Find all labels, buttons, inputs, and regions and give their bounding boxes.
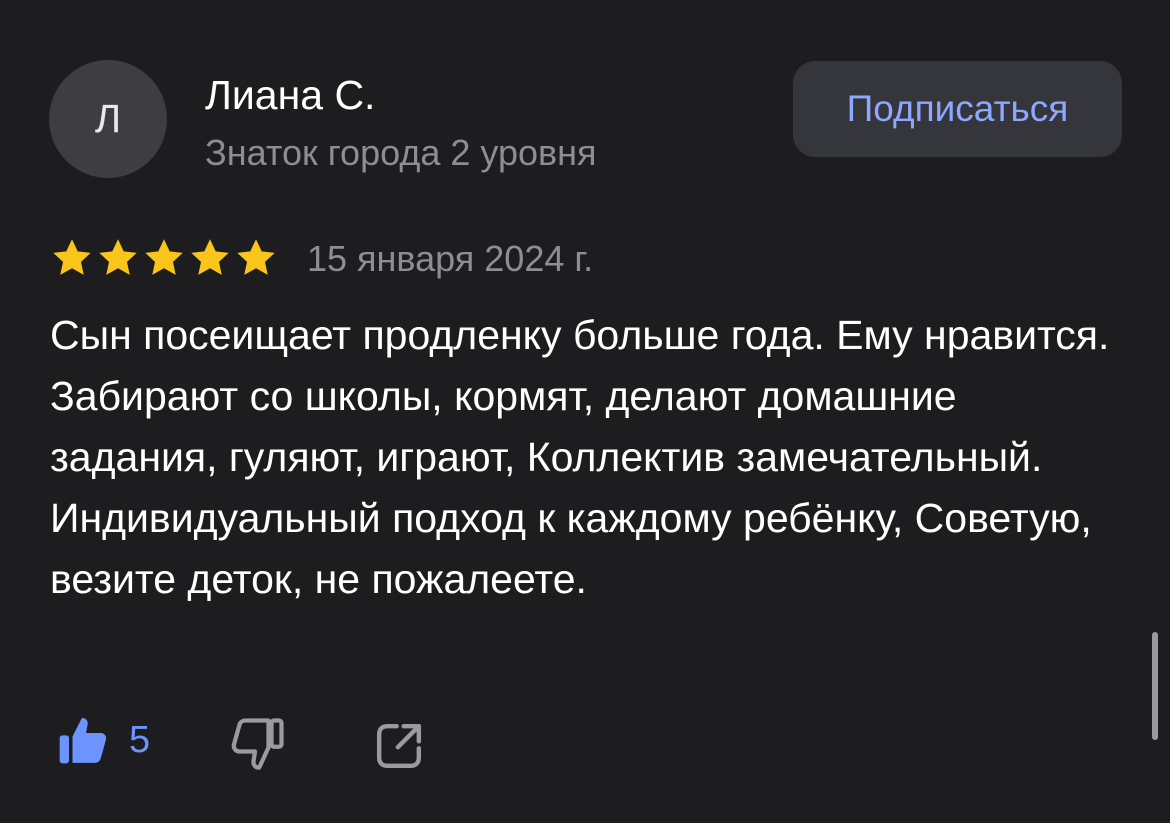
- thumbs-down-icon[interactable]: [228, 714, 288, 774]
- thumbs-up-icon: [59, 718, 107, 764]
- author-name[interactable]: Лиана С.: [205, 72, 375, 119]
- rating-stars: [50, 236, 278, 280]
- star-icon: [53, 239, 91, 275]
- avatar-letter: Л: [94, 96, 122, 141]
- scrollbar[interactable]: [1152, 632, 1158, 740]
- subscribe-button[interactable]: Подписаться: [793, 61, 1122, 157]
- star-icon: [145, 239, 183, 275]
- star-icon: [191, 239, 229, 275]
- likes-count: 5: [129, 718, 151, 761]
- share-icon[interactable]: [371, 718, 427, 774]
- avatar[interactable]: Л: [49, 60, 167, 178]
- author-level: Знаток города 2 уровня: [205, 132, 597, 173]
- review-date: 15 января 2024 г.: [307, 238, 594, 279]
- review-text: Сын посеищает продленку больше года. Ему…: [50, 312, 1110, 602]
- star-icon: [237, 239, 275, 275]
- like-button[interactable]: 5: [55, 712, 150, 768]
- star-icon: [99, 239, 137, 275]
- review-card: Л Лиана С. Знаток города 2 уровня Подпис…: [0, 0, 1170, 823]
